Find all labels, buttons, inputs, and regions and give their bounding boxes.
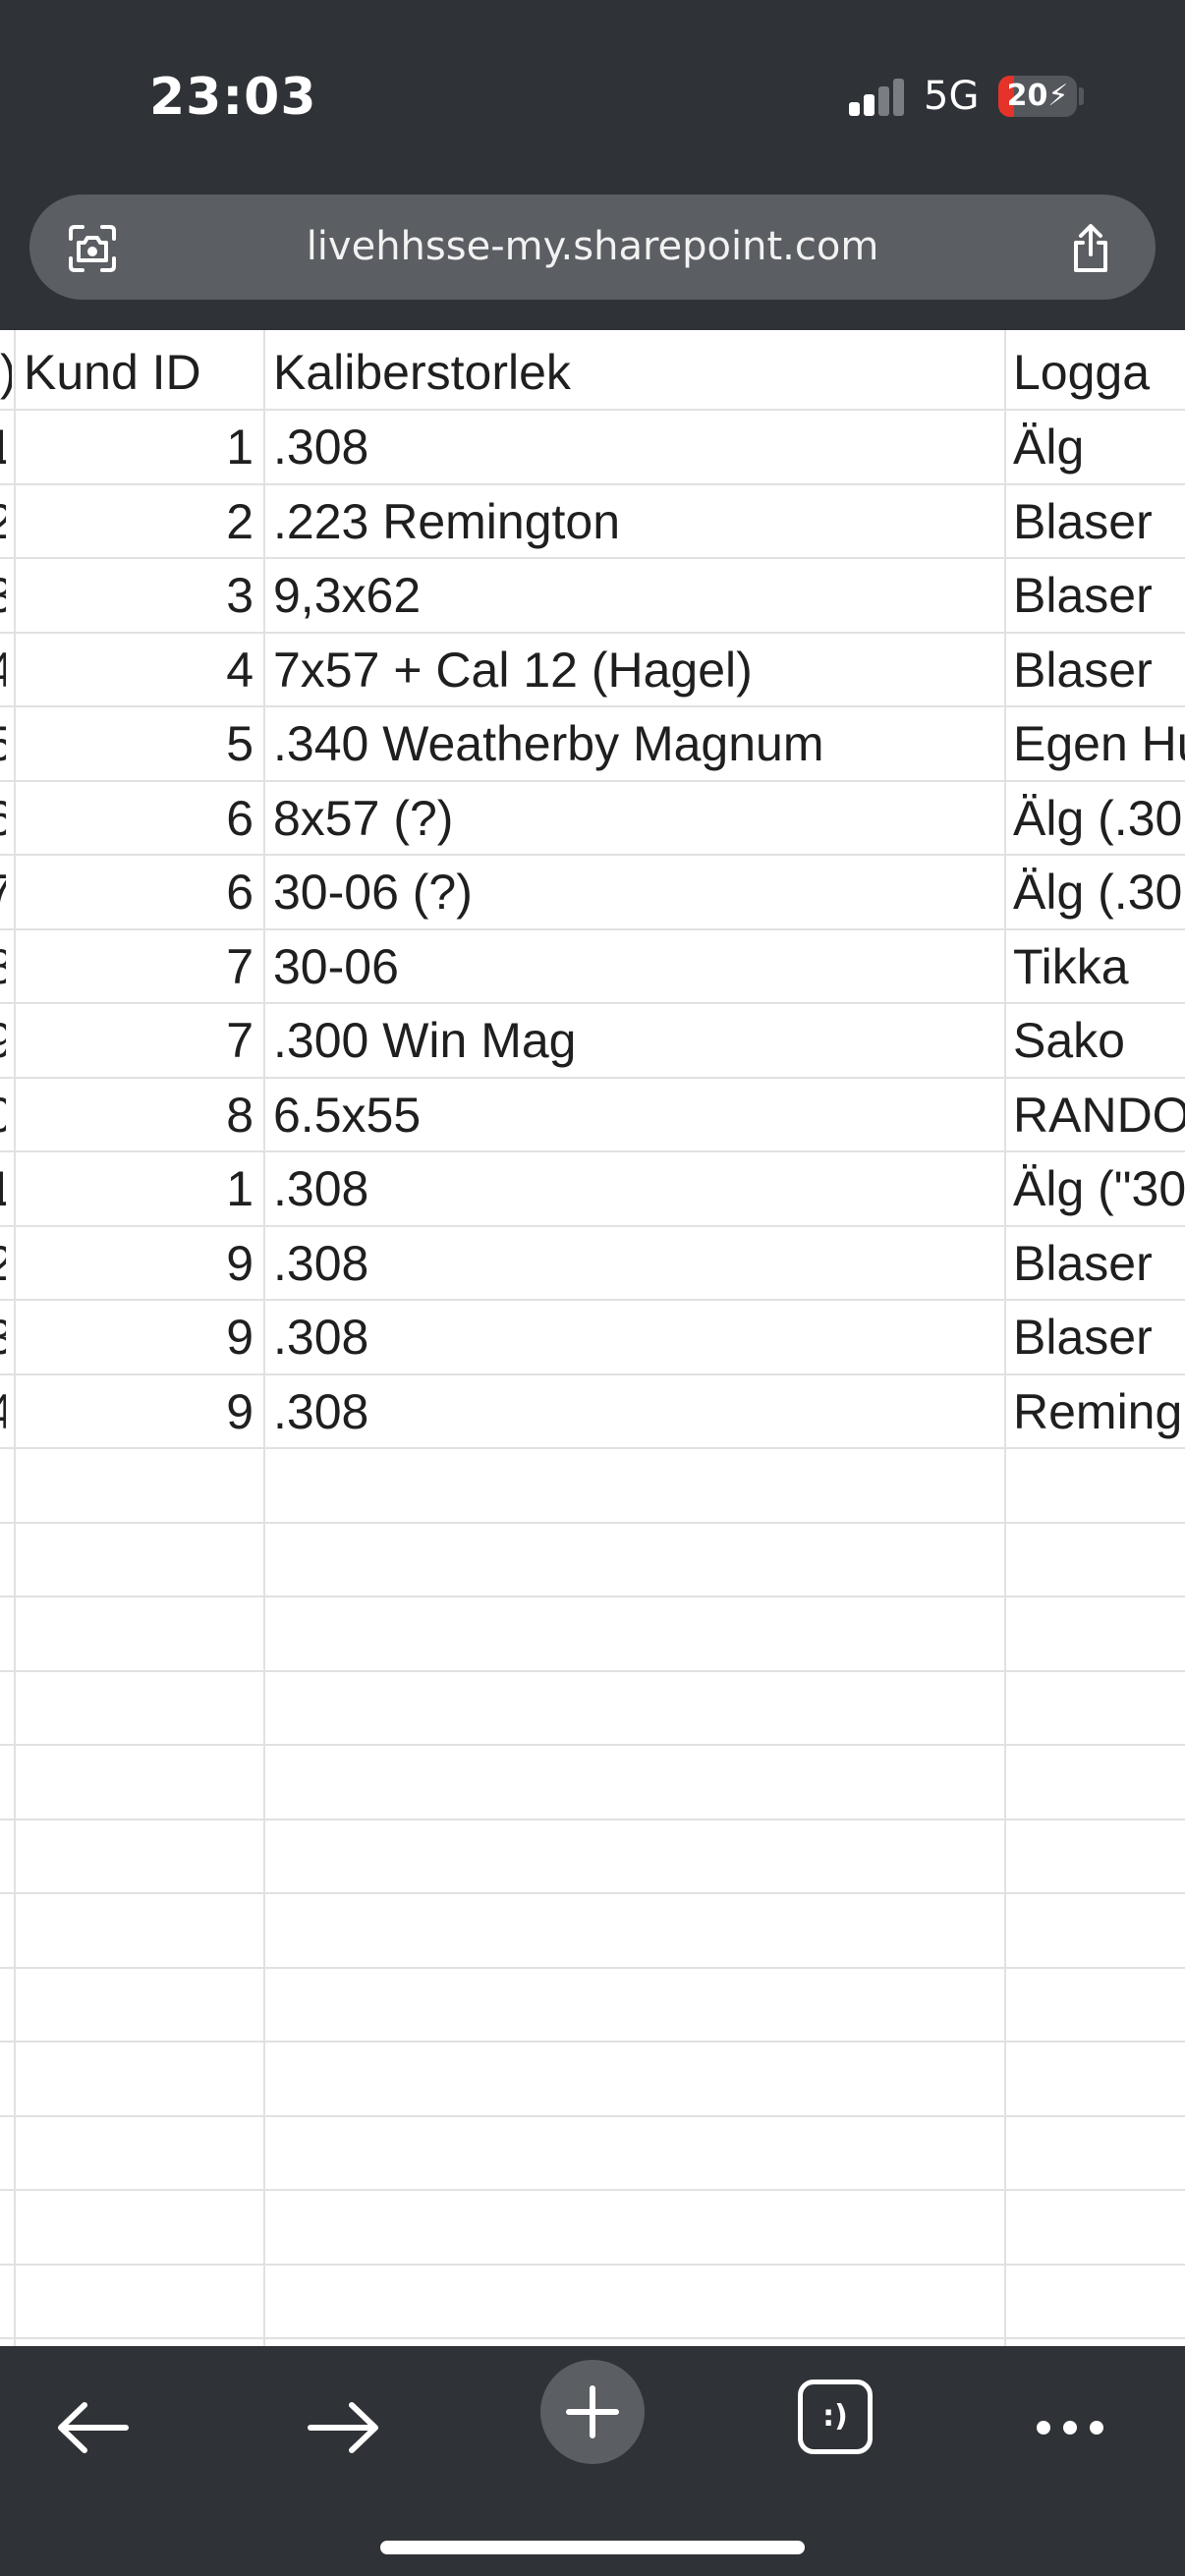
back-arrow-icon[interactable] <box>49 2383 138 2472</box>
cell-kaliberstorlek[interactable]: .340 Weatherby Magnum <box>273 707 1000 781</box>
row-divider <box>0 1966 1185 1969</box>
row-divider <box>0 2337 1185 2339</box>
url-text[interactable]: livehhsse-my.sharepoint.com <box>167 195 1018 300</box>
row-divider <box>0 2263 1185 2266</box>
row-divider <box>0 2114 1185 2117</box>
row-divider <box>0 2041 1185 2043</box>
cell-kaliberstorlek[interactable]: 9,3x62 <box>273 559 1000 633</box>
cell-kund-id[interactable]: 7 <box>24 930 254 1004</box>
cellular-signal-icon <box>849 77 908 116</box>
cell-kaliberstorlek[interactable]: .223 Remington <box>273 485 1000 559</box>
cell-row-edge[interactable]: 4 <box>0 1375 6 1449</box>
header-partial-column[interactable]: ) <box>0 336 12 410</box>
cell-kund-id[interactable]: 7 <box>24 1004 254 1078</box>
cell-logga[interactable]: Älg ("30 <box>1013 1152 1185 1226</box>
cell-logga[interactable]: Blaser <box>1013 1227 1185 1301</box>
cell-row-edge[interactable]: 7 <box>0 856 6 929</box>
header-kaliberstorlek[interactable]: Kaliberstorlek <box>273 336 1000 410</box>
cell-kaliberstorlek[interactable]: .308 <box>273 1375 1000 1449</box>
cell-row-edge[interactable]: 1 <box>0 1152 6 1226</box>
address-bar[interactable]: livehhsse-my.sharepoint.com <box>29 195 1156 300</box>
spreadsheet-grid[interactable]: ) Kund ID Kaliberstorlek Logga 11.308Älg… <box>0 330 1185 2346</box>
cell-kaliberstorlek[interactable]: .300 Win Mag <box>273 1004 1000 1078</box>
plus-icon <box>566 2385 619 2438</box>
cell-kund-id[interactable]: 6 <box>24 782 254 856</box>
tabs-glyph: :) <box>822 2399 848 2434</box>
more-icon[interactable] <box>1026 2383 1114 2472</box>
cell-kund-id[interactable]: 9 <box>24 1227 254 1301</box>
cell-logga[interactable]: Älg (.30 <box>1013 782 1185 856</box>
header-logga[interactable]: Logga <box>1013 336 1185 410</box>
status-time: 23:03 <box>149 68 317 127</box>
cell-row-edge[interactable]: 9 <box>0 1004 6 1078</box>
cell-row-edge[interactable]: 6 <box>0 782 6 856</box>
cell-kund-id[interactable]: 9 <box>24 1375 254 1449</box>
cell-logga[interactable]: Älg (.30 <box>1013 856 1185 929</box>
new-tab-button[interactable] <box>540 2360 645 2464</box>
cell-row-edge[interactable]: 0 <box>0 1079 6 1152</box>
cell-logga[interactable]: Älg <box>1013 411 1185 484</box>
battery-tip <box>1079 87 1084 105</box>
header-kund-id[interactable]: Kund ID <box>24 336 259 410</box>
cell-kaliberstorlek[interactable]: 7x57 + Cal 12 (Hagel) <box>273 634 1000 707</box>
network-type: 5G <box>924 74 980 119</box>
cell-logga[interactable]: Egen Hu <box>1013 707 1185 781</box>
cell-kund-id[interactable]: 1 <box>24 1152 254 1226</box>
cell-kund-id[interactable]: 9 <box>24 1301 254 1374</box>
lens-icon[interactable] <box>65 221 120 276</box>
cell-kaliberstorlek[interactable]: .308 <box>273 1301 1000 1374</box>
forward-arrow-icon[interactable] <box>299 2383 387 2472</box>
cell-row-edge[interactable]: 2 <box>0 485 6 559</box>
cell-logga[interactable]: Sako <box>1013 1004 1185 1078</box>
cell-row-edge[interactable]: 3 <box>0 559 6 633</box>
row-divider <box>0 1669 1185 1672</box>
cell-logga[interactable]: Blaser <box>1013 634 1185 707</box>
cell-row-edge[interactable]: 1 <box>0 411 6 484</box>
cell-kund-id[interactable]: 8 <box>24 1079 254 1152</box>
cell-kund-id[interactable]: 6 <box>24 856 254 929</box>
cell-logga[interactable]: Blaser <box>1013 485 1185 559</box>
cell-kaliberstorlek[interactable]: 30-06 <box>273 930 1000 1004</box>
row-divider <box>0 2189 1185 2191</box>
cell-logga[interactable]: Reming <box>1013 1375 1185 1449</box>
top-chrome: 23:03 5G 20⚡ livehhsse-my.sharepoint.com <box>0 0 1185 330</box>
cell-row-edge[interactable]: 8 <box>0 930 6 1004</box>
cell-kund-id[interactable]: 4 <box>24 634 254 707</box>
cell-kaliberstorlek[interactable]: 30-06 (?) <box>273 856 1000 929</box>
cell-logga[interactable]: RANDO <box>1013 1079 1185 1152</box>
cell-kund-id[interactable]: 5 <box>24 707 254 781</box>
row-divider <box>0 1521 1185 1524</box>
row-divider <box>0 1744 1185 1746</box>
cell-kund-id[interactable]: 3 <box>24 559 254 633</box>
cell-kaliberstorlek[interactable]: 6.5x55 <box>273 1079 1000 1152</box>
cell-row-edge[interactable]: 5 <box>0 707 6 781</box>
cell-kaliberstorlek[interactable]: 8x57 (?) <box>273 782 1000 856</box>
cell-row-edge[interactable]: 3 <box>0 1301 6 1374</box>
row-divider <box>0 1596 1185 1597</box>
cell-kaliberstorlek[interactable]: .308 <box>273 1227 1000 1301</box>
cell-logga[interactable]: Blaser <box>1013 1301 1185 1374</box>
battery-percent: 20⚡ <box>1006 79 1069 113</box>
home-indicator <box>380 2541 805 2554</box>
cell-logga[interactable]: Blaser <box>1013 559 1185 633</box>
cell-kaliberstorlek[interactable]: .308 <box>273 1152 1000 1226</box>
cell-logga[interactable]: Tikka <box>1013 930 1185 1004</box>
share-icon[interactable] <box>1063 221 1118 276</box>
cell-row-edge[interactable]: 2 <box>0 1227 6 1301</box>
cell-kund-id[interactable]: 1 <box>24 411 254 484</box>
cell-kund-id[interactable]: 2 <box>24 485 254 559</box>
row-divider <box>0 1818 1185 1820</box>
cell-kaliberstorlek[interactable]: .308 <box>273 411 1000 484</box>
tabs-icon[interactable]: :) <box>798 2380 873 2454</box>
cell-row-edge[interactable]: 4 <box>0 634 6 707</box>
battery-icon: 20⚡ <box>998 76 1077 117</box>
row-divider <box>0 1892 1185 1894</box>
